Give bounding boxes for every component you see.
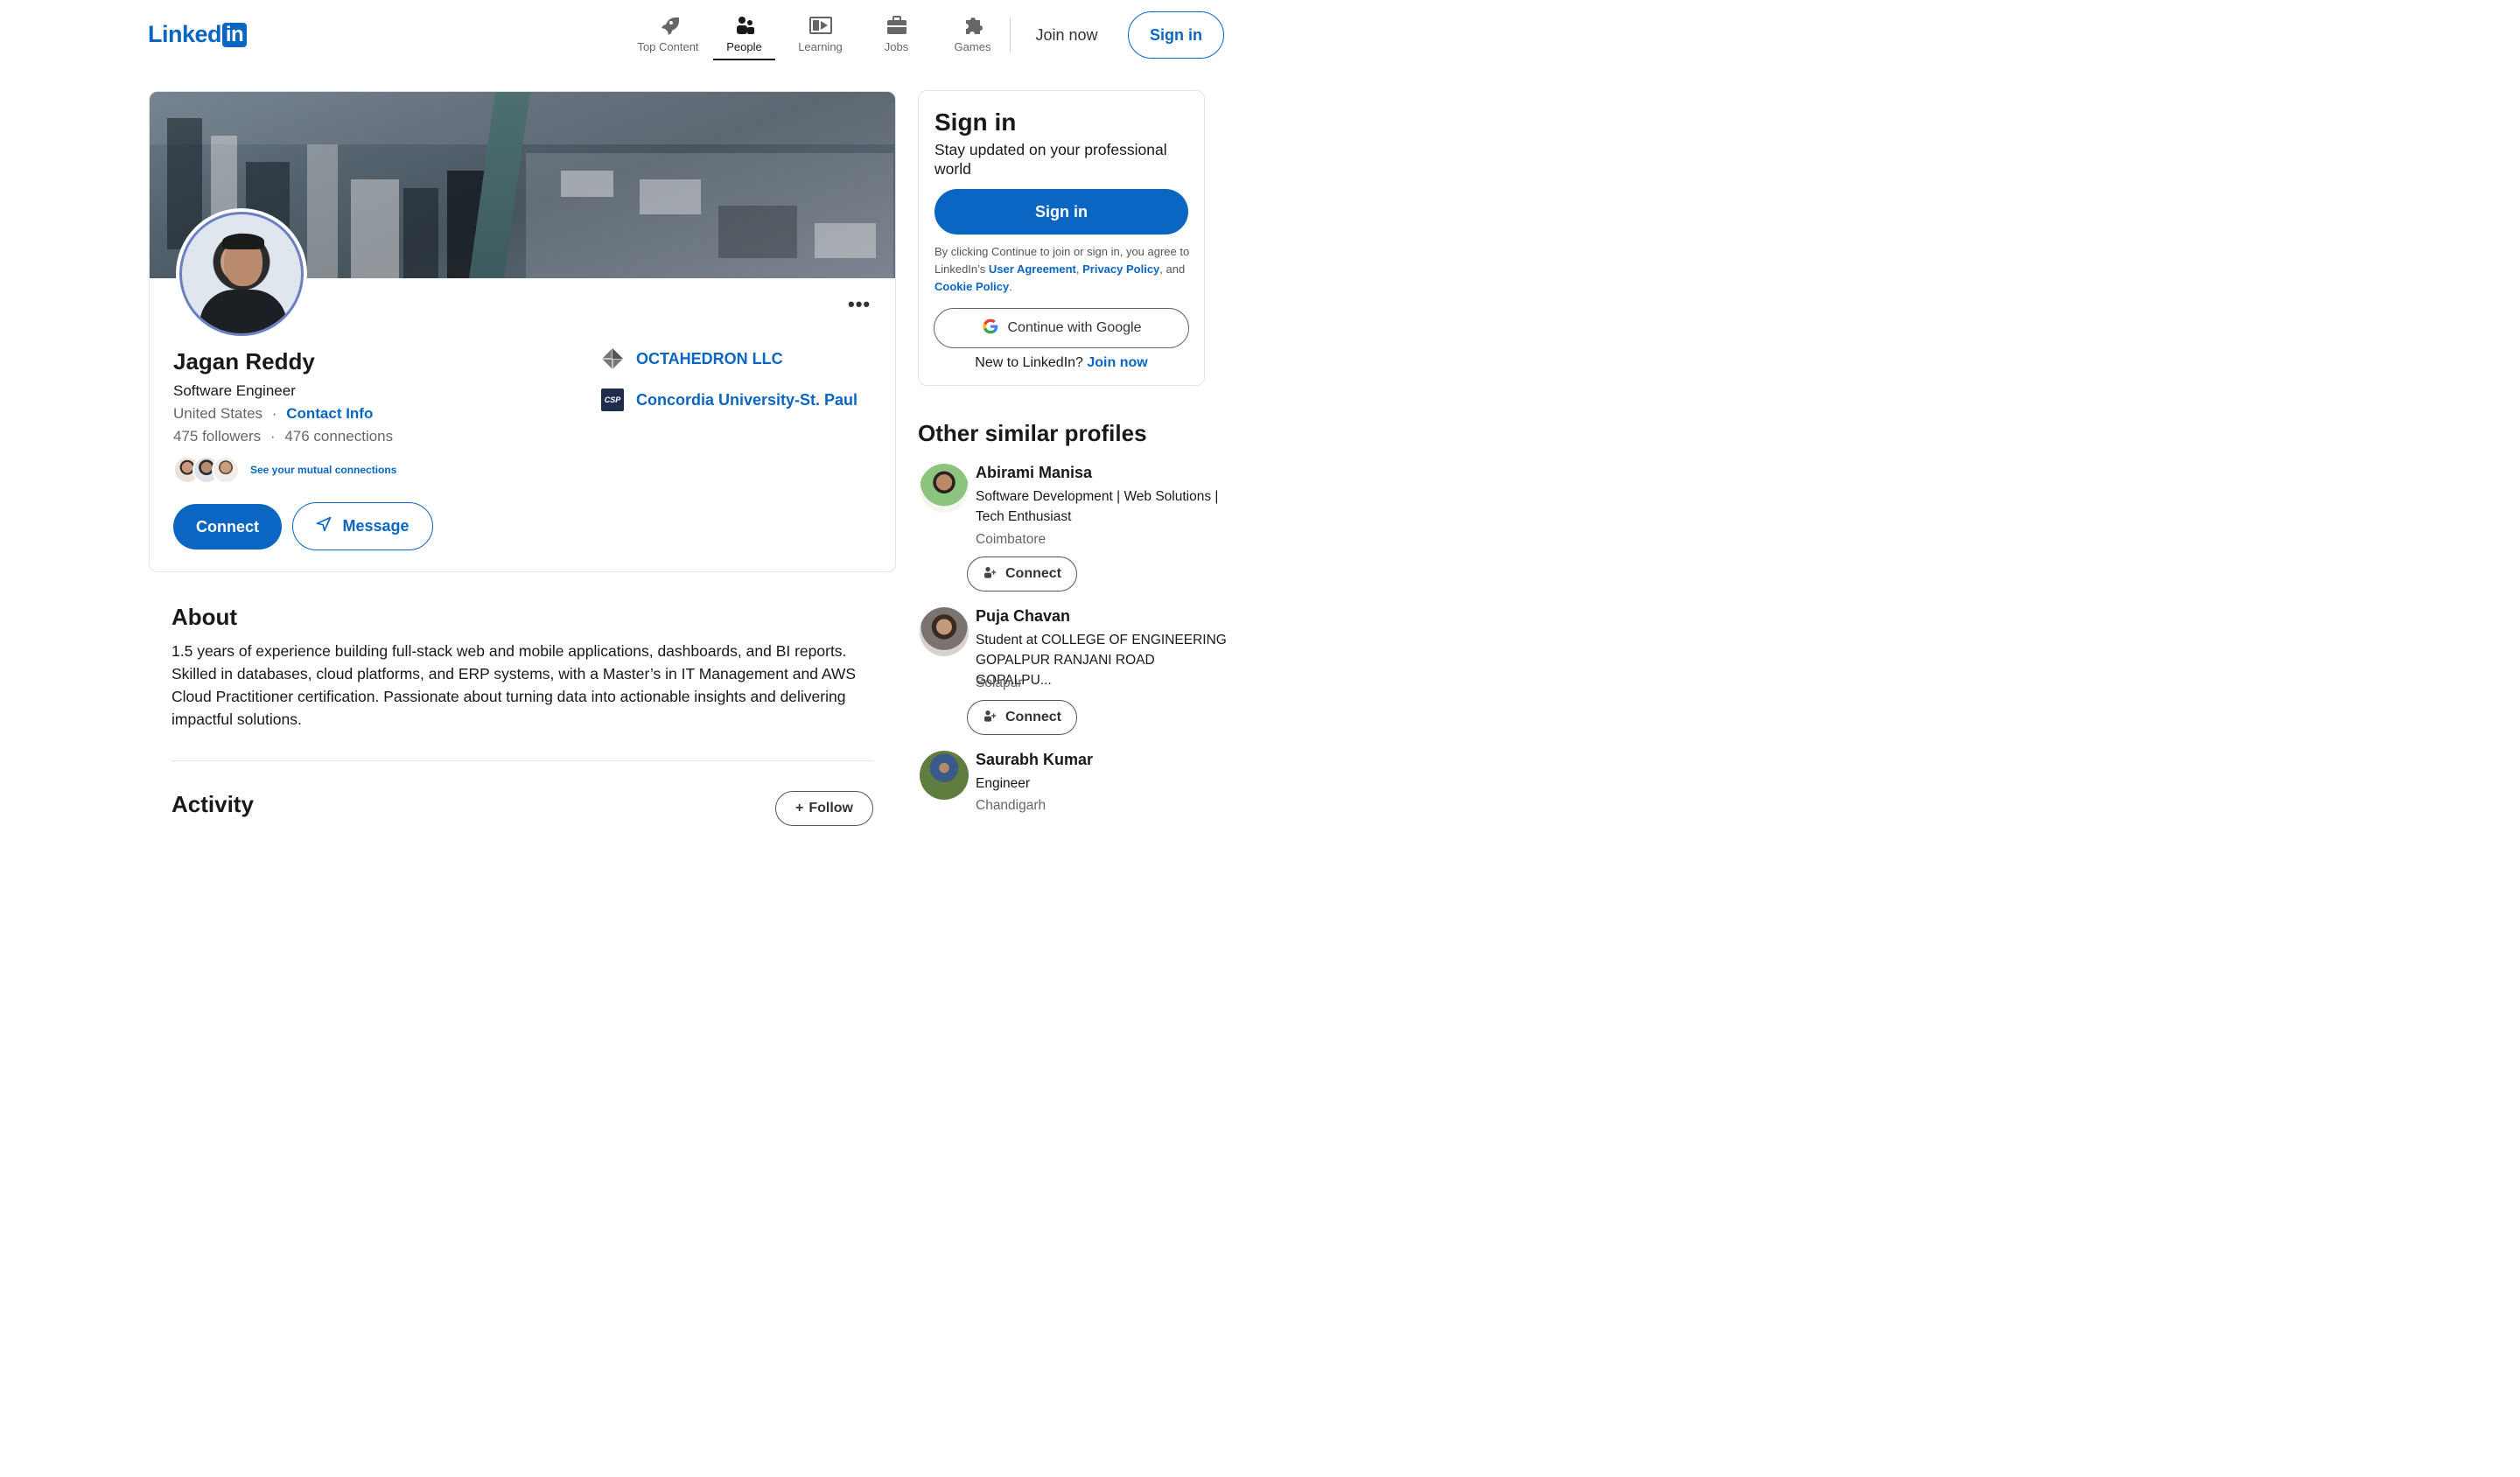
sign-in-button[interactable]: Sign in — [1128, 11, 1224, 59]
new-prefix: New to LinkedIn? — [975, 355, 1088, 370]
profile-location-line: United States · Contact Info — [173, 405, 373, 423]
similar-profile-location: Solapur — [976, 676, 1023, 690]
add-person-icon — [983, 565, 997, 584]
send-icon — [316, 516, 332, 536]
octahedron-logo — [601, 347, 624, 370]
sign-in-card: Sign in Stay updated on your professiona… — [918, 90, 1205, 386]
new-to-linkedin: New to LinkedIn? Join now — [919, 355, 1204, 371]
nav-item-games[interactable]: Games — [934, 12, 1011, 61]
profile-avatar[interactable] — [176, 208, 307, 340]
experience-company-name: OCTAHEDRON LLC — [636, 349, 783, 368]
similar-profile-name[interactable]: Saurabh Kumar — [976, 751, 1093, 769]
message-button[interactable]: Message — [292, 502, 433, 550]
experience-company[interactable]: OCTAHEDRON LLC — [601, 347, 783, 370]
sign-in-card-button[interactable]: Sign in — [934, 189, 1188, 234]
mutual-connections-link[interactable]: See your mutual connections — [250, 464, 396, 476]
similar-profile-name[interactable]: Abirami Manisa — [976, 464, 1092, 482]
education-school-name: Concordia University-St. Paul — [636, 390, 858, 409]
legal-period: . — [1009, 280, 1012, 293]
rocket-icon — [657, 14, 680, 37]
continue-with-google-button[interactable]: Continue with Google — [934, 308, 1189, 348]
profile-card: ••• Jagan Reddy Software Engineer United… — [149, 91, 896, 572]
nav-item-people[interactable]: People — [706, 12, 782, 61]
follow-button-label: Follow — [808, 801, 853, 816]
join-now-link[interactable]: Join now — [1026, 19, 1108, 51]
message-button-label: Message — [342, 517, 410, 535]
user-agreement-link[interactable]: User Agreement — [989, 262, 1076, 276]
mutual-avatars — [173, 456, 240, 484]
logo-text: Linked — [148, 21, 222, 47]
nav-item-jobs[interactable]: Jobs — [858, 12, 934, 61]
profile-counts: 475 followers · 476 connections — [173, 428, 393, 445]
contact-info-link[interactable]: Contact Info — [286, 405, 373, 422]
add-person-icon — [983, 709, 997, 727]
about-title: About — [172, 604, 238, 630]
briefcase-icon — [886, 14, 908, 37]
cookie-policy-link[interactable]: Cookie Policy — [934, 280, 1009, 293]
about-text: 1.5 years of experience building full-st… — [172, 642, 857, 728]
education-school[interactable]: CSP Concordia University-St. Paul — [601, 388, 858, 411]
top-nav: Linked in Top Content People Learning Job… — [0, 0, 1372, 70]
connect-button[interactable]: Connect — [173, 504, 282, 550]
profile-location: United States — [173, 405, 263, 422]
google-icon — [982, 318, 999, 340]
followers-count: 475 followers — [173, 428, 262, 444]
nav-item-top-content[interactable]: Top Content — [630, 12, 706, 61]
privacy-policy-link[interactable]: Privacy Policy — [1082, 262, 1159, 276]
follow-button[interactable]: + Follow — [775, 791, 873, 826]
avatar[interactable] — [920, 607, 969, 656]
avatar — [212, 456, 240, 484]
activity-title: Activity — [172, 791, 254, 817]
avatar[interactable] — [920, 751, 969, 800]
nav-label: People — [726, 40, 762, 53]
similar-profiles-title: Other similar profiles — [918, 420, 1147, 446]
nav-label: Learning — [798, 40, 843, 53]
similar-profile-location: Chandigarh — [976, 798, 1046, 813]
nav-divider — [1010, 18, 1011, 52]
profile-name: Jagan Reddy — [173, 348, 315, 374]
puzzle-icon — [962, 14, 984, 37]
sign-in-card-title: Sign in — [934, 108, 1017, 136]
separator-dot: · — [271, 405, 277, 422]
nav-items: Top Content People Learning Jobs Games — [630, 12, 1011, 61]
google-button-label: Continue with Google — [1007, 320, 1142, 335]
learning-icon — [808, 14, 832, 37]
nav-label: Games — [954, 40, 991, 53]
mutual-connections[interactable]: See your mutual connections — [173, 456, 396, 484]
similar-profile-location: Coimbatore — [976, 532, 1046, 547]
connect-label: Connect — [1005, 710, 1061, 724]
similar-connect-button[interactable]: Connect — [967, 700, 1077, 735]
more-options-icon[interactable]: ••• — [848, 293, 871, 316]
legal-and: , and — [1159, 262, 1186, 276]
similar-connect-button[interactable]: Connect — [967, 556, 1077, 592]
nav-label: Top Content — [637, 40, 699, 53]
profile-photo — [179, 212, 304, 336]
connect-label: Connect — [1005, 566, 1061, 581]
plus-icon: + — [795, 801, 804, 816]
similar-profile-headline: Engineer — [976, 776, 1031, 791]
linkedin-logo[interactable]: Linked in — [148, 21, 248, 48]
legal-text: By clicking Continue to join or sign in,… — [934, 243, 1190, 296]
nav-item-learning[interactable]: Learning — [782, 12, 858, 61]
logo-in-box: in — [222, 22, 248, 47]
csp-logo: CSP — [601, 388, 624, 411]
nav-label: Jobs — [884, 40, 909, 53]
avatar[interactable] — [920, 464, 969, 513]
profile-headline: Software Engineer — [173, 382, 296, 399]
join-now-card-link[interactable]: Join now — [1087, 355, 1147, 370]
people-icon — [733, 14, 756, 37]
separator-dot: · — [270, 428, 276, 444]
sign-in-card-subtitle: Stay updated on your professional world — [934, 141, 1167, 178]
similar-profile-name[interactable]: Puja Chavan — [976, 607, 1070, 626]
similar-profile-headline: Software Development | Web Solutions | T… — [976, 489, 1219, 524]
connections-count: 476 connections — [284, 428, 394, 444]
section-divider — [172, 760, 873, 761]
